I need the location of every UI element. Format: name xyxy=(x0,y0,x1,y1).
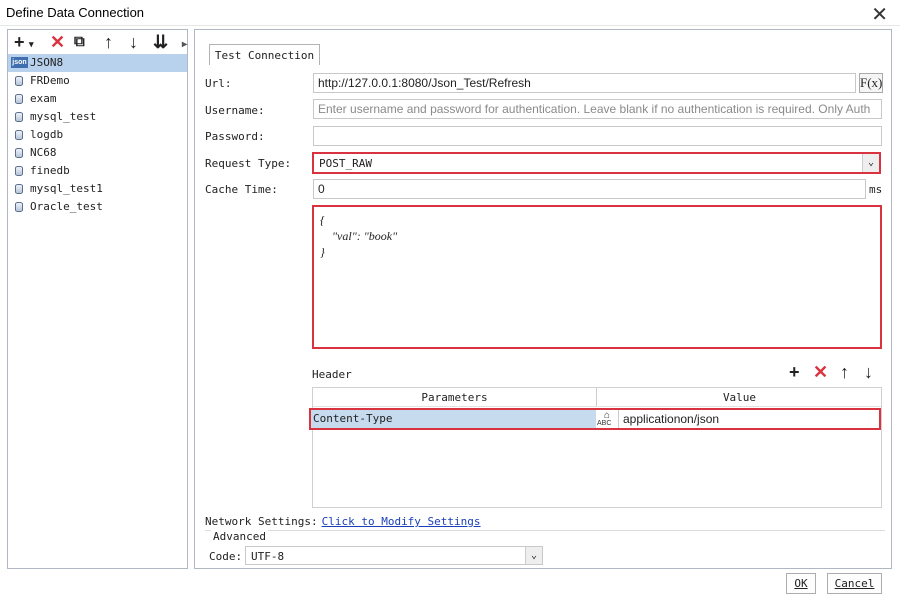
list-item[interactable]: finedb xyxy=(8,162,187,180)
request-type-value: POST_RAW xyxy=(319,157,372,170)
username-label: Username: xyxy=(205,104,265,117)
chevron-down-icon[interactable]: ⌄ xyxy=(862,154,879,172)
connection-list: json JSON8 FRDemo exam mysql_testlogdb NC68 fi… xyxy=(8,54,187,216)
modify-settings-link[interactable]: Click to Modify Settings xyxy=(322,515,481,528)
database-icon xyxy=(15,184,23,194)
list-item[interactable]: json JSON8 xyxy=(8,54,187,72)
add-header-icon[interactable]: + xyxy=(789,362,800,382)
connection-name: NC68 xyxy=(30,146,57,159)
delete-icon[interactable]: ✕ xyxy=(50,31,65,53)
formula-button[interactable]: F(x) xyxy=(859,73,883,93)
database-icon xyxy=(15,148,23,158)
list-item[interactable]: logdb xyxy=(8,126,187,144)
code-value: UTF-8 xyxy=(251,550,285,563)
move-down-icon[interactable]: ↓ xyxy=(129,31,138,53)
database-icon xyxy=(15,130,23,140)
column-header-parameters: Parameters xyxy=(313,388,597,407)
connection-name: FRDemo xyxy=(30,74,70,87)
list-item[interactable]: FRDemo xyxy=(8,72,187,90)
header-label: Header xyxy=(312,368,352,381)
cancel-label: Cancel xyxy=(834,577,875,590)
window-title: Define Data Connection xyxy=(6,5,145,20)
table-row[interactable]: Content-Type ⌂ ABC applicationon/json xyxy=(309,408,881,430)
close-icon[interactable]: ✕ xyxy=(871,2,888,27)
connection-name: logdb xyxy=(30,128,64,141)
database-icon xyxy=(15,94,23,104)
connection-name: finedb xyxy=(30,164,70,177)
connection-panel: + ▾ ✕ ⧉ ↑ ↓ ⇊ ▸ json JSON8 FRDemo exam mysql… xyxy=(7,29,188,569)
username-input[interactable]: Enter username and password for authenti… xyxy=(313,99,882,119)
chevron-down-icon[interactable]: ⌄ xyxy=(525,547,542,564)
connection-toolbar: + ▾ ✕ ⧉ ↑ ↓ ⇊ ▸ xyxy=(8,30,187,54)
column-header-value: Value xyxy=(598,388,881,407)
cache-unit: ms xyxy=(869,183,883,196)
url-input[interactable]: http://127.0.0.1:8080/Json_Test/Refresh xyxy=(313,73,856,93)
json-icon: json xyxy=(11,57,28,68)
url-label: Url: xyxy=(205,77,232,90)
connection-settings: Test Connection Url: http://127.0.0.1:80… xyxy=(194,29,892,569)
list-item[interactable]: mysql_test1 xyxy=(8,180,187,198)
title-bar: Define Data Connection ✕ xyxy=(0,0,900,26)
database-icon xyxy=(15,76,23,86)
header-down-icon[interactable]: ↓ xyxy=(864,362,873,382)
add-dropdown-icon[interactable]: ▾ xyxy=(29,33,34,55)
add-icon[interactable]: + xyxy=(14,31,25,53)
network-settings-label: Network Settings: xyxy=(205,515,318,528)
list-item[interactable]: NC68 xyxy=(8,144,187,162)
database-icon xyxy=(15,202,23,212)
ok-button[interactable]: OK xyxy=(786,573,816,594)
move-up-icon[interactable]: ↑ xyxy=(104,31,113,53)
copy-icon[interactable]: ⧉ xyxy=(74,31,85,53)
delete-header-icon[interactable]: ✕ xyxy=(813,362,828,382)
request-type-select[interactable]: POST_RAW ⌄ xyxy=(312,152,881,174)
text-format-icon[interactable]: ⌂ ABC xyxy=(597,410,617,428)
cache-time-label: Cache Time: xyxy=(205,183,278,196)
header-table: Parameters Value Content-Type ⌂ ABC appli… xyxy=(309,387,882,508)
advanced-title: Advanced xyxy=(211,530,268,543)
password-input[interactable] xyxy=(313,126,882,146)
code-select[interactable]: UTF-8 ⌄ xyxy=(245,546,543,565)
list-item[interactable]: exam xyxy=(8,90,187,108)
list-item[interactable]: Oracle_test xyxy=(8,198,187,216)
connection-name: Oracle_test xyxy=(30,200,103,213)
connection-name: mysql_test xyxy=(30,110,97,123)
password-label: Password: xyxy=(205,130,265,143)
test-connection-button[interactable]: Test Connection xyxy=(209,44,320,65)
collapse-icon[interactable]: ▸ xyxy=(182,34,187,56)
network-settings: Network Settings: Click to Modify Setting… xyxy=(205,515,481,528)
sort-icon[interactable]: ⇊ xyxy=(153,31,168,53)
request-body-editor[interactable]: { "val": "book" } xyxy=(312,205,882,349)
ok-label: OK xyxy=(794,577,808,590)
request-type-label: Request Type: xyxy=(205,157,292,170)
connection-name: JSON8 xyxy=(30,56,64,69)
cancel-button[interactable]: Cancel xyxy=(827,573,882,594)
cache-time-input[interactable]: 0 xyxy=(313,179,866,199)
parameter-cell[interactable]: Content-Type xyxy=(311,410,596,428)
header-up-icon[interactable]: ↑ xyxy=(840,362,849,382)
list-item[interactable]: mysql_test xyxy=(8,108,187,126)
database-icon xyxy=(15,112,23,122)
code-label: Code: xyxy=(209,550,243,563)
connection-name: exam xyxy=(30,92,57,105)
value-cell[interactable]: applicationon/json xyxy=(618,410,879,428)
database-icon xyxy=(15,166,23,176)
connection-name: mysql_test1 xyxy=(30,182,103,195)
